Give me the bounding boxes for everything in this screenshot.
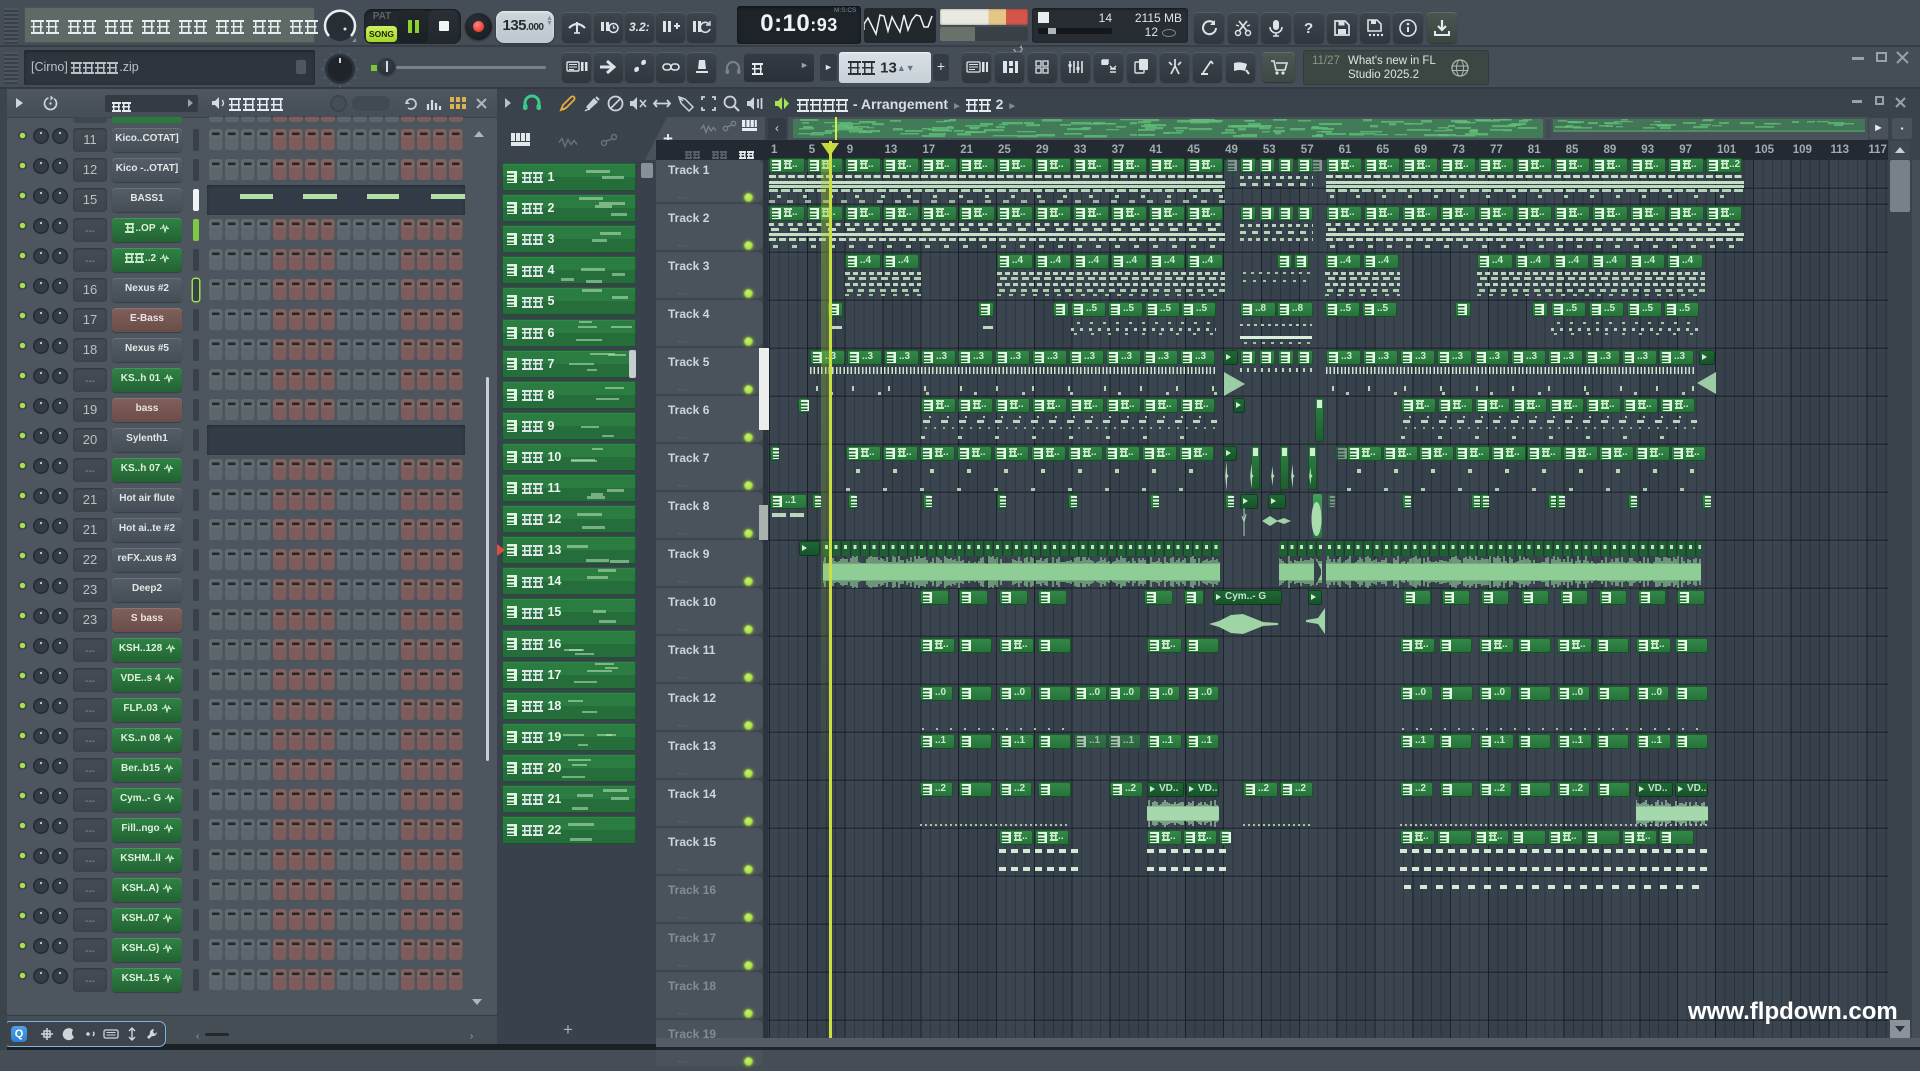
svg-text:?: ? <box>1304 20 1313 37</box>
svg-text:3.2:: 3.2: <box>629 20 650 34</box>
